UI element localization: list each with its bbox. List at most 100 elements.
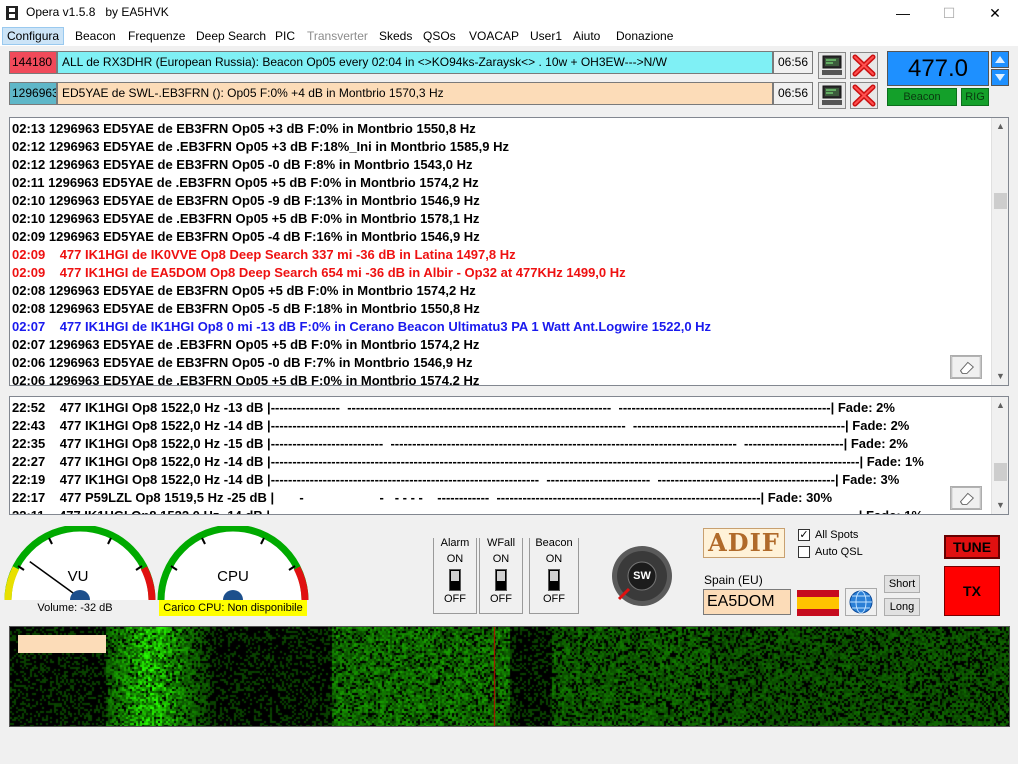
fade-log-scrollbar[interactable]: ▲ ▼ [991, 397, 1008, 514]
computer-icon[interactable] [818, 52, 846, 79]
all-spots-checkbox[interactable]: ✓ [798, 529, 810, 541]
fade-line: 22:27 477 IK1HGI Op8 1522,0 Hz -14 dB |-… [12, 454, 924, 469]
log-line: 02:06 1296963 ED5YAE de .EB3FRN Op05 +5 … [12, 373, 480, 386]
fade-line: 22:52 477 IK1HGI Op8 1522,0 Hz -13 dB |-… [12, 400, 895, 415]
globe-icon[interactable] [845, 588, 877, 616]
station-country: Spain (EU) [704, 573, 763, 587]
spot-time: 06:56 [773, 51, 813, 74]
menu-pic[interactable]: PIC [271, 27, 299, 45]
auto-qsl-label: Auto QSL [815, 546, 863, 558]
main-log[interactable]: 02:13 1296963 ED5YAE de EB3FRN Op05 +3 d… [9, 117, 1009, 386]
cpu-status: Carico CPU: Non disponibile [159, 600, 307, 616]
menu-deep-search[interactable]: Deep Search [192, 27, 270, 45]
log-line: 02:09 477 IK1HGI de EA5DOM Op8 Deep Sear… [12, 265, 626, 280]
log-line: 02:12 1296963 ED5YAE de .EB3FRN Op05 +3 … [12, 139, 509, 154]
menu-skeds[interactable]: Skeds [375, 27, 416, 45]
app-logo-icon [6, 6, 18, 20]
spot-time: 06:56 [773, 82, 813, 105]
title-bar: Opera v1.5.8 by EA5HVK — ☐ ✕ [0, 0, 1018, 26]
fade-line: 22:35 477 IK1HGI Op8 1522,0 Hz -15 dB |-… [12, 436, 908, 451]
menu-beacon[interactable]: Beacon [71, 27, 120, 45]
menu-frequenze[interactable]: Frequenze [124, 27, 189, 45]
menu-aiuto[interactable]: Aiuto [569, 27, 604, 45]
fade-line: 22:17 477 P59LZL Op8 1519,5 Hz -25 dB | … [12, 490, 833, 505]
alarm-switch-title: Alarm [434, 537, 476, 549]
clear-log-button[interactable] [950, 355, 982, 379]
scroll-down-icon[interactable]: ▼ [992, 497, 1008, 514]
log-line: 02:07 477 IK1HGI de IK1HGI Op8 0 mi -13 … [12, 319, 712, 334]
fade-line: 22:19 477 IK1HGI Op8 1522,0 Hz -14 dB |-… [12, 472, 900, 487]
spot-text[interactable]: ALL de RX3DHR (European Russia): Beacon … [57, 51, 773, 74]
log-line: 02:07 1296963 ED5YAE de .EB3FRN Op05 +5 … [12, 337, 480, 352]
wfall-switch-title: WFall [480, 537, 522, 549]
beacon-on-label: ON [545, 553, 563, 565]
beacon-switch[interactable]: Beacon ON OFF [529, 537, 579, 614]
log-line: 02:08 1296963 ED5YAE de EB3FRN Op05 -5 d… [12, 301, 480, 316]
vu-label: VU [67, 568, 89, 585]
rig-indicator[interactable]: RIG [961, 88, 989, 106]
menu-qsos[interactable]: QSOs [419, 27, 460, 45]
waterfall-overlay-box [18, 635, 106, 653]
computer-icon[interactable] [818, 82, 846, 109]
all-spots-label: All Spots [815, 529, 859, 541]
frequency-spinner[interactable] [991, 51, 1009, 86]
wfall-toggle[interactable] [495, 569, 507, 591]
delete-icon[interactable] [850, 82, 878, 109]
menu-user1[interactable]: User1 [526, 27, 566, 45]
waterfall-canvas[interactable] [10, 627, 1009, 726]
menu-voacap[interactable]: VOACAP [465, 27, 523, 45]
fade-log[interactable]: 22:52 477 IK1HGI Op8 1522,0 Hz -13 dB |-… [9, 396, 1009, 515]
log-line: 02:10 1296963 ED5YAE de .EB3FRN Op05 +5 … [12, 211, 480, 226]
log-line: 02:06 1296963 ED5YAE de EB3FRN Op05 -0 d… [12, 355, 473, 370]
wfall-switch[interactable]: WFall ON OFF [479, 537, 523, 614]
alarm-off-label: OFF [444, 593, 466, 605]
menu-bar: Configura Beacon Frequenze Deep Search P… [0, 26, 1018, 46]
log-line: 02:12 1296963 ED5YAE de EB3FRN Op05 -0 d… [12, 157, 473, 172]
waterfall-display[interactable] [9, 626, 1010, 727]
spot-text[interactable]: ED5YAE de SWL-.EB3FRN (): Op05 F:0% +4 d… [57, 82, 773, 105]
menu-transverter[interactable]: Transverter [303, 27, 372, 45]
tx-button[interactable]: TX [944, 566, 1000, 616]
long-path-button[interactable]: Long [884, 598, 920, 616]
spot-frequency[interactable]: 1296963 [9, 82, 57, 105]
beacon-toggle[interactable] [548, 569, 560, 591]
scroll-thumb[interactable] [994, 193, 1007, 209]
wfall-on-label: ON [492, 553, 510, 565]
adif-button[interactable]: ADIF [703, 528, 785, 558]
alarm-toggle[interactable] [449, 569, 461, 591]
scroll-down-icon[interactable]: ▼ [992, 368, 1008, 385]
spot-frequency[interactable]: 144180 [9, 51, 57, 74]
short-path-button[interactable]: Short [884, 575, 920, 593]
alarm-switch[interactable]: Alarm ON OFF [433, 537, 477, 614]
sw-knob-label: SW [633, 570, 651, 582]
scroll-thumb[interactable] [994, 463, 1007, 481]
scroll-up-icon[interactable]: ▲ [992, 397, 1008, 414]
scroll-up-icon[interactable]: ▲ [992, 118, 1008, 135]
delete-icon[interactable] [850, 52, 878, 79]
auto-qsl-checkbox[interactable] [798, 546, 810, 558]
log-line: 02:10 1296963 ED5YAE de EB3FRN Op05 -9 d… [12, 193, 480, 208]
tune-button[interactable]: TUNE [944, 535, 1000, 559]
log-line: 02:13 1296963 ED5YAE de EB3FRN Op05 +3 d… [12, 121, 476, 136]
close-button[interactable]: ✕ [972, 0, 1018, 26]
spain-flag-icon [797, 590, 839, 616]
adif-logo: ADIF [708, 528, 780, 557]
beacon-indicator[interactable]: Beacon [887, 88, 957, 106]
cpu-meter [157, 526, 309, 601]
log-line: 02:11 1296963 ED5YAE de .EB3FRN Op05 +5 … [12, 175, 479, 190]
frequency-display[interactable]: 477.0 [887, 51, 989, 86]
beacon-switch-title: Beacon [530, 537, 578, 549]
fade-line: 22:43 477 IK1HGI Op8 1522,0 Hz -14 dB |-… [12, 418, 910, 433]
wfall-off-label: OFF [490, 593, 512, 605]
menu-donazione[interactable]: Donazione [612, 27, 677, 45]
log-line: 02:08 1296963 ED5YAE de EB3FRN Op05 +5 d… [12, 283, 476, 298]
alarm-on-label: ON [446, 553, 464, 565]
minimize-button[interactable]: — [880, 0, 926, 26]
main-log-scrollbar[interactable]: ▲ ▼ [991, 118, 1008, 385]
callsign-field[interactable]: EA5DOM [703, 589, 791, 615]
vu-meter [4, 526, 156, 601]
maximize-button[interactable]: ☐ [926, 0, 972, 26]
fade-line: 22:11 477 IK1HGI Op8 1522,0 Hz -14 dB |-… [12, 507, 923, 514]
menu-configura[interactable]: Configura [2, 27, 65, 45]
clear-fade-log-button[interactable] [950, 486, 982, 510]
